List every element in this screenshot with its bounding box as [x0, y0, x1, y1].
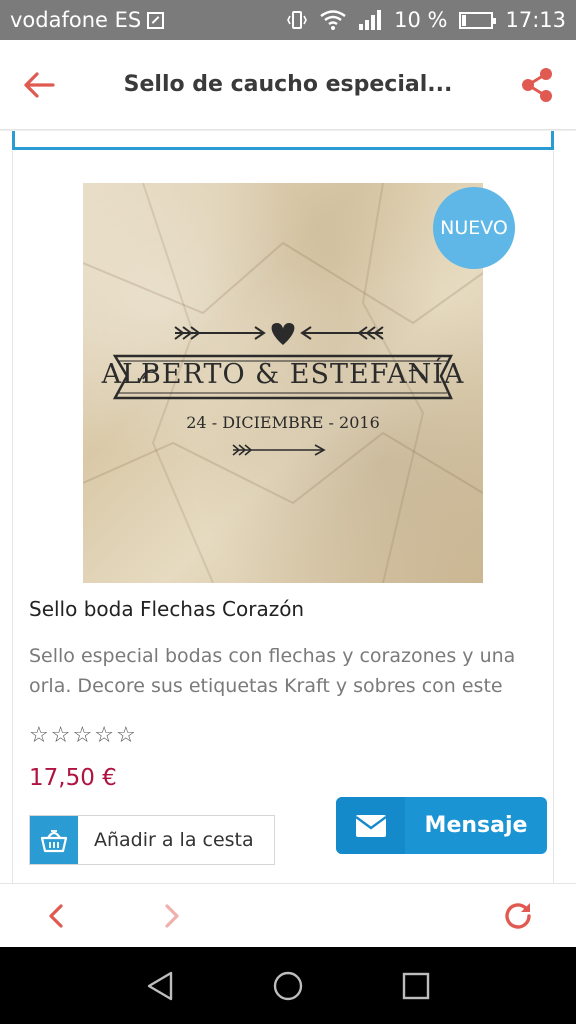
- message-label: Mensaje: [424, 813, 528, 838]
- basket-icon: [30, 816, 78, 864]
- battery-icon: [459, 11, 497, 29]
- vibrate-icon: [287, 11, 308, 29]
- system-nav-bar: [0, 947, 576, 1024]
- product-description: Sello especial bodas con flechas y coraz…: [29, 645, 516, 697]
- browser-toolbar: [0, 883, 576, 947]
- battery-percent: 10 %: [394, 8, 448, 32]
- share-icon: [522, 67, 552, 102]
- carrier: vodafone ES: [10, 8, 165, 32]
- product-image[interactable]: ALBERTO & ESTEFANÍA 24 - DICIEMBRE - 201…: [83, 183, 483, 583]
- reload-icon: [505, 903, 531, 929]
- reload-button[interactable]: [488, 884, 548, 948]
- triangle-back-icon: [147, 971, 173, 1000]
- star-icon: ☆: [115, 723, 136, 748]
- product-title[interactable]: Sello boda Flechas Corazón: [29, 597, 304, 621]
- browser-forward-button[interactable]: [142, 884, 202, 948]
- message-button[interactable]: Mensaje: [336, 797, 547, 854]
- page-title: Sello de caucho especial...: [123, 72, 453, 97]
- signal-icon: [359, 10, 382, 30]
- star-icon: ☆: [29, 723, 49, 748]
- stamp-name-text: ALBERTO & ESTEFANÍA: [101, 359, 465, 390]
- product-price: 17,50 €: [29, 765, 117, 791]
- back-button[interactable]: [0, 40, 78, 130]
- add-to-cart-label: Añadir a la cesta: [94, 829, 254, 851]
- share-button[interactable]: [498, 40, 576, 130]
- add-to-cart-button[interactable]: Añadir a la cesta: [29, 815, 275, 865]
- circle-home-icon: [273, 971, 303, 1000]
- system-back-button[interactable]: [120, 947, 200, 1024]
- product-list[interactable]: ALBERTO & ESTEFANÍA 24 - DICIEMBRE - 201…: [0, 131, 576, 883]
- carrier-name: vodafone ES: [10, 8, 142, 32]
- star-icon: ☆: [50, 723, 71, 748]
- no-sim-icon: [147, 11, 165, 29]
- wifi-icon: [320, 10, 346, 30]
- system-recents-button[interactable]: [376, 947, 456, 1024]
- square-recents-icon: [402, 972, 430, 999]
- star-icon: ☆: [94, 723, 114, 748]
- chevron-right-icon: [165, 904, 179, 928]
- mail-icon: [336, 797, 405, 854]
- previous-card: [12, 131, 554, 150]
- browser-back-button[interactable]: [26, 884, 86, 948]
- chevron-left-icon: [49, 904, 63, 928]
- star-icon: ☆: [72, 723, 93, 748]
- status-bar: vodafone ES 10 % 17:13: [0, 0, 576, 40]
- stamp-date-text: 24 - DICIEMBRE - 2016: [186, 413, 380, 432]
- system-home-button[interactable]: [248, 947, 328, 1024]
- status-right: 10 % 17:13: [286, 8, 566, 32]
- arrow-left-icon: [24, 71, 55, 98]
- app-bar: Sello de caucho especial...: [0, 40, 576, 130]
- clock: 17:13: [505, 8, 566, 32]
- rating-stars: ☆ ☆ ☆ ☆ ☆: [29, 725, 136, 747]
- product-card: ALBERTO & ESTEFANÍA 24 - DICIEMBRE - 201…: [12, 151, 554, 883]
- new-badge: NUEVO: [433, 187, 515, 269]
